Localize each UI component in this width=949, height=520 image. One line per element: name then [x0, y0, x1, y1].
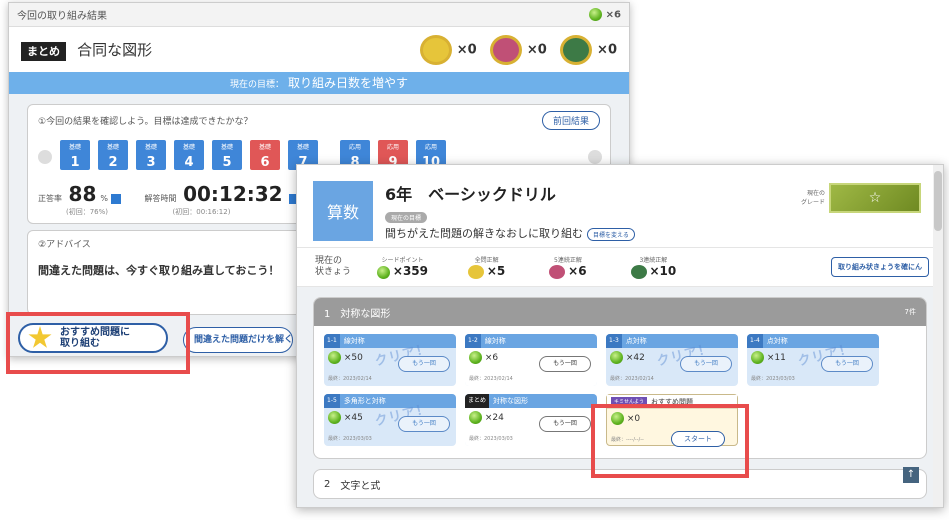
combo-medal-icon — [489, 34, 522, 65]
retry-button[interactable]: もう一回 — [821, 356, 873, 372]
unit-card-1-5[interactable]: 1-5多角形と対称 ×45クリア！最終：2023/03/03もう一回 — [324, 394, 456, 446]
retry-button[interactable]: もう一回 — [539, 356, 591, 372]
step-3[interactable]: 基礎 3 — [136, 140, 166, 170]
seed-gem-icon — [751, 351, 764, 364]
time-initial: (初回：00:16:12) — [172, 208, 231, 216]
accuracy-stat: 正答率 88% (初回：76%) — [38, 182, 121, 217]
goal-bar: 現在の目標： 取り組み日数を増やす — [9, 72, 629, 94]
drill-goal-text: 間ちがえた問題の解きなおしに取り組む — [385, 227, 583, 240]
scrollbar-thumb[interactable] — [934, 171, 942, 231]
combo-count: ×0 — [526, 42, 547, 57]
unit-card-1-1[interactable]: 1-1線対称 ×50クリア！最終：2023/02/14もう一回 — [324, 334, 456, 386]
gem-counter: ×6 — [589, 8, 621, 21]
section-header[interactable]: 1 対称な図形 7件 — [314, 298, 926, 326]
result-header: まとめ 合同な図形 ×0 ×0 ×0 — [9, 27, 629, 72]
wrong-problems-button[interactable]: 間違えた問題だけを解く — [183, 327, 293, 353]
advice-title: ②アドバイス — [38, 240, 91, 250]
highlight-rec-card — [591, 404, 749, 478]
step-6-current[interactable]: 基礎 6 — [250, 140, 280, 170]
seed-gem-icon — [377, 266, 391, 279]
unit-card-1-4[interactable]: 1-4点対称 ×11クリア！最終：2023/03/03もう一回 — [747, 334, 879, 386]
result-topbar: 今回の取り組み結果 ×6 — [9, 3, 629, 27]
accuracy-link-icon[interactable] — [110, 193, 121, 204]
unit-card-matome[interactable]: まとめ 対称な図形 ×24 最終：2023/03/03 もう一回 — [465, 394, 597, 446]
check-instruction: ①今回の結果を確認しよう。目標は達成できたかな？ — [38, 117, 253, 127]
prev-arrow-icon[interactable] — [38, 150, 52, 164]
section-count: 7件 — [904, 308, 916, 316]
3combo-medal-icon — [630, 265, 647, 280]
result-topbar-title: 今回の取り組み結果 — [17, 11, 107, 22]
retry-button[interactable]: もう一回 — [680, 356, 732, 372]
step-4[interactable]: 基礎 4 — [174, 140, 204, 170]
back-to-top-button[interactable]: ↑ — [903, 467, 919, 483]
all-correct: 全問正解 ×5 — [468, 255, 505, 280]
perfect-medal-icon — [468, 265, 484, 280]
three-combo: 3連続正解 ×10 — [630, 255, 676, 280]
seed-gem-icon — [469, 351, 482, 364]
scrollbar[interactable] — [933, 165, 943, 507]
highlight-rec-button — [6, 312, 190, 374]
accuracy-initial: (初回：76%) — [66, 208, 109, 216]
result-title: 合同な図形 — [77, 41, 153, 59]
grade-display: 現在の グレード ☆ — [801, 183, 921, 213]
perfect-medal-icon — [419, 34, 452, 65]
goal-tag: 現在の目標 — [385, 212, 428, 223]
gem-count: ×6 — [605, 9, 621, 21]
step-5[interactable]: 基礎 5 — [212, 140, 242, 170]
status-row: 現在の 状きょう シードポイント ×359 全問正解 ×5 5連続正解 ×6 3連… — [297, 247, 943, 287]
unit-card-1-3[interactable]: 1-3点対称 ×42クリア！最終：2023/02/14もう一回 — [606, 334, 738, 386]
matome-tag: まとめ — [21, 42, 66, 61]
goal-label: 現在の目標： — [229, 80, 284, 90]
perfect-count: ×0 — [456, 42, 477, 57]
combo-medal-icon — [549, 265, 566, 280]
change-goal-button[interactable]: 目標を変える — [587, 227, 635, 241]
seed-gem-icon — [328, 411, 341, 424]
retry-button[interactable]: もう一回 — [398, 416, 450, 432]
previous-result-button[interactable]: 前回結果 — [541, 111, 600, 130]
subject-badge: 算数 — [313, 181, 373, 241]
step-2[interactable]: 基礎 2 — [98, 140, 128, 170]
unit-card-1-2[interactable]: 1-2 線対称 ×6 最終：2023/02/14 もう一回 — [465, 334, 597, 386]
five-combo: 5連続正解 ×6 — [549, 255, 587, 280]
seed-gem-icon — [589, 8, 603, 21]
retry-button[interactable]: もう一回 — [398, 356, 450, 372]
accuracy-value: 88 — [68, 182, 97, 206]
next-arrow-icon[interactable] — [588, 150, 602, 164]
status-label: 現在の 状きょう — [315, 256, 352, 277]
3combo-count: ×0 — [597, 42, 617, 57]
grade-star-icon: ☆ — [829, 183, 921, 213]
drill-title: 6年 ベーシックドリル — [385, 185, 556, 204]
section2-title: 文字と式 — [340, 480, 381, 492]
drill-header: 算数 6年 ベーシックドリル 現在の目標 間ちがえた問題の解きなおしに取り組む目… — [297, 165, 943, 247]
3combo-medal-icon — [559, 34, 592, 65]
time-stat: 解答時間 00:12:32 (初回：00:16:12) — [145, 182, 300, 217]
retry-button[interactable]: もう一回 — [539, 416, 591, 432]
seed-gem-icon — [328, 351, 341, 364]
step-1[interactable]: 基礎 1 — [60, 140, 90, 170]
seed-gem-icon — [469, 411, 482, 424]
goal-text: 取り組み日数を増やす — [288, 76, 409, 90]
seed-gem-icon — [610, 351, 623, 364]
check-status-button[interactable]: 取り組み状きょうを確にん — [831, 257, 929, 277]
medal-list: ×0 ×0 ×0 — [412, 34, 617, 65]
section-title: 対称な図形 — [340, 308, 391, 320]
seed-points: シードポイント ×359 — [377, 255, 428, 279]
time-value: 00:12:32 — [183, 182, 283, 206]
